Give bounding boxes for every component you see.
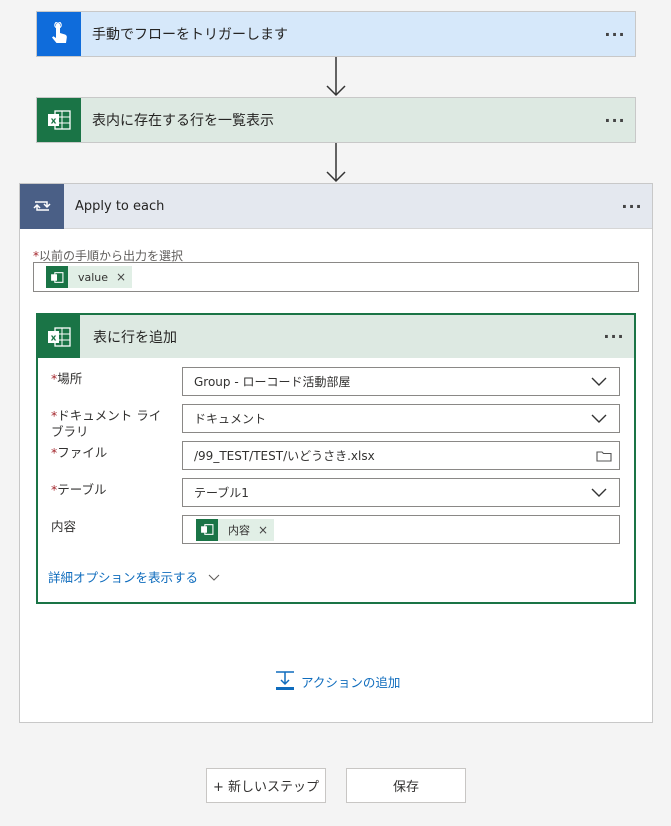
add-row-card: x 表に行を追加 ··· *場所 Group - ローコード活動部屋 *ドキュメ… (36, 313, 636, 604)
library-dropdown[interactable]: ドキュメント (182, 404, 620, 433)
list-rows-title: 表内に存在する行を一覧表示 (92, 113, 274, 129)
add-row-header[interactable]: x 表に行を追加 ··· (38, 315, 634, 358)
token-remove-icon[interactable]: × (258, 523, 268, 537)
svg-text:x: x (51, 117, 57, 127)
save-button[interactable]: 保存 (346, 768, 466, 803)
apply-to-each-title: Apply to each (75, 198, 165, 214)
content-label: 内容 (51, 519, 77, 534)
add-action-button[interactable]: アクションの追加 (275, 670, 400, 693)
arrow-down-icon (326, 143, 346, 183)
apply-to-each-container: Apply to each ··· *以前の手順から出力を選択 value × … (19, 183, 653, 723)
arrow-down-icon (326, 57, 346, 97)
list-rows-card[interactable]: x 表内に存在する行を一覧表示 ··· (36, 97, 636, 143)
trigger-more-icon[interactable]: ··· (595, 25, 635, 44)
table-label: *テーブル (51, 482, 107, 497)
content-token[interactable]: 内容 × (196, 518, 275, 541)
trigger-card[interactable]: 手動でフローをトリガーします ··· (36, 11, 636, 57)
folder-icon[interactable] (589, 450, 619, 462)
file-label: *ファイル (51, 445, 108, 460)
location-label: *場所 (51, 371, 83, 386)
add-action-icon (275, 670, 295, 693)
trigger-title: 手動でフローをトリガーします (92, 27, 288, 43)
apply-to-each-header[interactable]: Apply to each ··· (20, 183, 652, 229)
location-dropdown[interactable]: Group - ローコード活動部屋 (182, 367, 620, 396)
touch-icon (37, 12, 81, 56)
excel-icon (196, 518, 218, 541)
list-rows-more-icon[interactable]: ··· (595, 111, 635, 130)
add-row-title: 表に行を追加 (93, 329, 177, 346)
content-input[interactable]: 内容 × (182, 515, 620, 544)
library-label: *ドキュメント ライブラリ (51, 408, 162, 439)
prev-output-input[interactable]: value × (33, 262, 639, 292)
value-token[interactable]: value × (46, 266, 133, 288)
excel-icon (46, 266, 68, 288)
chevron-down-icon (579, 414, 619, 423)
add-row-more-icon[interactable]: ··· (594, 327, 634, 346)
new-step-button[interactable]: + 新しいステップ (206, 768, 326, 803)
advanced-options-link[interactable]: 詳細オプションを表示する (48, 567, 220, 586)
chevron-down-icon (579, 488, 619, 497)
chevron-down-icon (208, 569, 220, 584)
svg-text:x: x (51, 333, 57, 343)
excel-icon: x (38, 315, 80, 358)
loop-icon (20, 183, 64, 229)
token-remove-icon[interactable]: × (116, 270, 126, 284)
chevron-down-icon (579, 377, 619, 386)
file-input[interactable]: /99_TEST/TEST/いどうさき.xlsx (182, 441, 620, 470)
table-dropdown[interactable]: テーブル1 (182, 478, 620, 507)
apply-to-each-more-icon[interactable]: ··· (612, 197, 652, 216)
excel-icon: x (37, 98, 81, 142)
